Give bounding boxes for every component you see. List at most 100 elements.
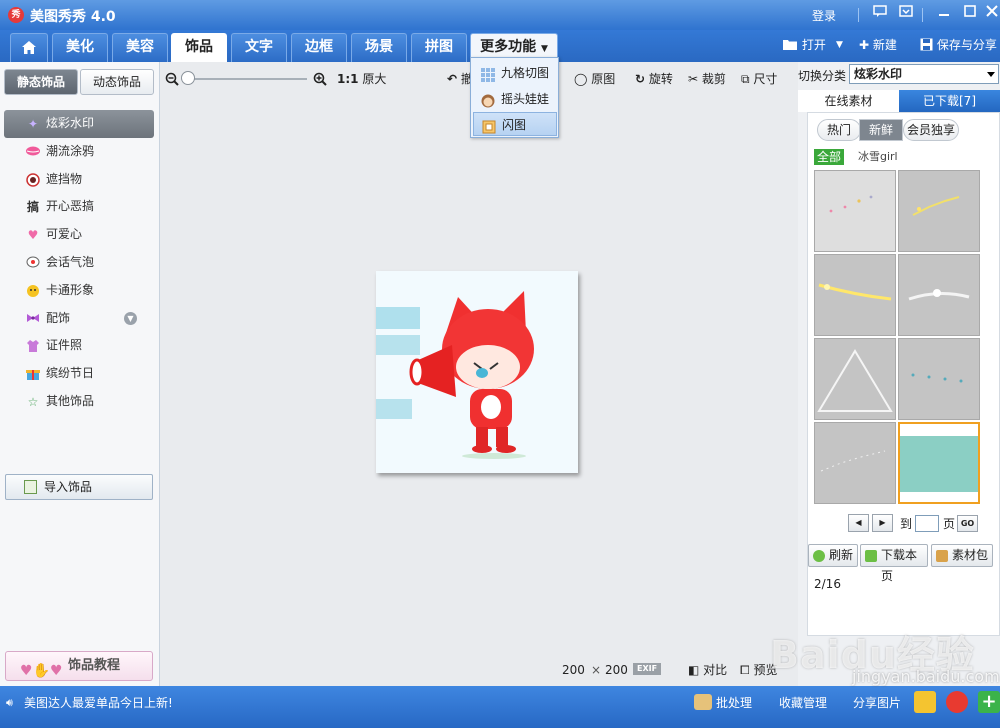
weibo-icon[interactable] [946, 691, 968, 713]
tab-downloaded[interactable]: 已下载[7] [899, 90, 1000, 112]
tab-online-materials[interactable]: 在线素材 [798, 90, 899, 112]
original-size-button[interactable]: 1:1 原大 [337, 71, 386, 87]
add-icon[interactable]: + [978, 691, 1000, 713]
refresh-icon [813, 550, 825, 562]
exif-button[interactable]: EXIF [633, 663, 662, 675]
category-label: 缤纷节日 [46, 366, 95, 381]
category-item-cute-heart[interactable]: ♥ 可爱心 [4, 221, 154, 249]
tab-more-label: 更多功能 [480, 39, 537, 55]
resize-button[interactable]: ⧉ 尺寸 [741, 71, 777, 87]
zoom-slider[interactable] [185, 78, 307, 80]
material-pack-button[interactable]: 素材包 [931, 544, 993, 567]
material-thumbnail[interactable] [814, 338, 896, 420]
zoom-in-icon[interactable] [313, 72, 327, 86]
menu-icon[interactable] [896, 5, 916, 23]
edited-image[interactable] [376, 271, 578, 473]
category-item-id-photo[interactable]: 证件照 [4, 332, 154, 360]
app-title: 美图秀秀 4.0 [30, 9, 116, 25]
page-unit-label: 页 [943, 517, 956, 531]
go-button[interactable]: GO [957, 515, 978, 532]
minimize-icon[interactable] [934, 5, 954, 23]
bow-icon [26, 312, 40, 326]
category-item-cartoon[interactable]: 卡通形象 [4, 277, 154, 305]
crop-button[interactable]: ✂ 裁剪 [688, 71, 726, 87]
collection-manage-button[interactable]: 收藏管理 [779, 694, 827, 711]
material-source-tabs: 在线素材 已下载[7] [798, 90, 1000, 112]
filter-member[interactable]: 会员独享 [903, 119, 959, 141]
refresh-button[interactable]: 刷新 [808, 544, 858, 567]
accessory-tutorial-button[interactable]: ♥✋♥ 饰品教程 [5, 651, 153, 681]
author-filter[interactable]: 冰雪girl [858, 149, 898, 165]
tab-home[interactable] [10, 33, 48, 62]
category-select[interactable]: 炫彩水印 [849, 64, 999, 84]
menu-item-flash-image[interactable]: 闪图 [473, 112, 557, 136]
batch-icon [694, 694, 712, 710]
speaker-icon: 🔊︎ [6, 696, 13, 709]
category-item-other[interactable]: ☆ 其他饰品 [4, 388, 154, 416]
category-item-colorful-watermark[interactable]: ✦ 炫彩水印 [4, 110, 154, 138]
tab-static-accessories[interactable]: 静态饰品 [4, 69, 78, 95]
undo-icon: ↶ [447, 72, 458, 86]
material-thumbnail[interactable] [814, 254, 896, 336]
ratio-label: 1:1 [337, 72, 359, 86]
qzone-icon[interactable] [914, 691, 936, 713]
filter-all[interactable]: 全部 [814, 149, 845, 165]
divider [858, 8, 859, 22]
share-image-button[interactable]: 分享图片 [853, 694, 901, 711]
new-button[interactable]: ✚ 新建 [859, 36, 897, 54]
material-thumbnail[interactable] [898, 338, 980, 420]
category-item-festival[interactable]: 缤纷节日 [4, 360, 154, 388]
maximize-icon[interactable] [960, 5, 980, 23]
tab-text[interactable]: 文字 [231, 33, 287, 62]
tab-scene[interactable]: 场景 [351, 33, 407, 62]
category-item-funny[interactable]: 搞 开心恶搞 [4, 193, 154, 221]
prev-page-button[interactable]: ◀ [848, 514, 869, 532]
tab-beautify[interactable]: 美化 [52, 33, 108, 62]
import-accessory-button[interactable]: 导入饰品 [5, 474, 153, 500]
download-page-button[interactable]: 下载本页 [860, 544, 928, 583]
expand-icon[interactable]: ▼ [124, 311, 137, 325]
tab-beauty[interactable]: 美容 [112, 33, 168, 62]
zoom-out-icon[interactable] [165, 72, 179, 86]
tab-collage[interactable]: 拼图 [411, 33, 467, 62]
doll-icon [481, 92, 495, 108]
tab-accessories[interactable]: 饰品 [171, 33, 227, 62]
material-thumbnail[interactable] [814, 422, 896, 504]
plus-icon: ✚ [859, 38, 870, 52]
filter-fresh[interactable]: 新鲜 [859, 119, 903, 141]
open-button[interactable]: 打开 [782, 36, 826, 54]
news-ticker[interactable]: 美图达人最爱单品今日上新! [24, 694, 173, 711]
category-item-speech-bubble[interactable]: 会话气泡 [4, 249, 154, 277]
category-item-graffiti[interactable]: 潮流涂鸦 [4, 138, 154, 166]
rotate-button[interactable]: ↻ 旋转 [635, 71, 673, 87]
image-height: 200 [605, 663, 628, 677]
menu-item-label: 闪图 [502, 118, 527, 132]
menu-item-grid-cut[interactable]: 九格切图 [473, 61, 557, 85]
new-label: 新建 [872, 38, 897, 52]
resize-icon: ⧉ [741, 72, 750, 86]
batch-process-button[interactable]: 批处理 [716, 694, 752, 711]
page-number-input[interactable] [915, 515, 939, 532]
material-thumbnail[interactable] [898, 170, 980, 252]
next-page-button[interactable]: ▶ [872, 514, 893, 532]
material-thumbnail-selected[interactable] [898, 422, 980, 504]
tab-dynamic-accessories[interactable]: 动态饰品 [80, 69, 154, 95]
heart-icon: ♥ [27, 228, 39, 243]
filter-hot[interactable]: 热门 [817, 119, 861, 141]
close-icon[interactable] [982, 5, 1000, 23]
sparkle-thumbnail-image [908, 289, 970, 301]
zoom-slider-handle[interactable] [181, 71, 195, 85]
gift-icon [26, 367, 40, 381]
material-thumbnail[interactable] [898, 254, 980, 336]
material-thumbnail[interactable] [814, 170, 896, 252]
category-item-ornaments[interactable]: 配饰 ▼ [4, 305, 154, 333]
feedback-icon[interactable] [870, 5, 890, 23]
tab-border[interactable]: 边框 [291, 33, 347, 62]
save-share-button[interactable]: 保存与分享 [920, 36, 997, 54]
login-link[interactable]: 登录 [812, 7, 836, 24]
compare-button[interactable]: ◧ 对比 [688, 662, 727, 678]
open-dropdown-icon[interactable]: ▼ [836, 36, 843, 54]
original-image-button[interactable]: ◯ 原图 [574, 71, 615, 87]
menu-item-bobblehead[interactable]: 摇头娃娃 [473, 87, 557, 111]
category-item-cover[interactable]: 遮挡物 [4, 166, 154, 194]
